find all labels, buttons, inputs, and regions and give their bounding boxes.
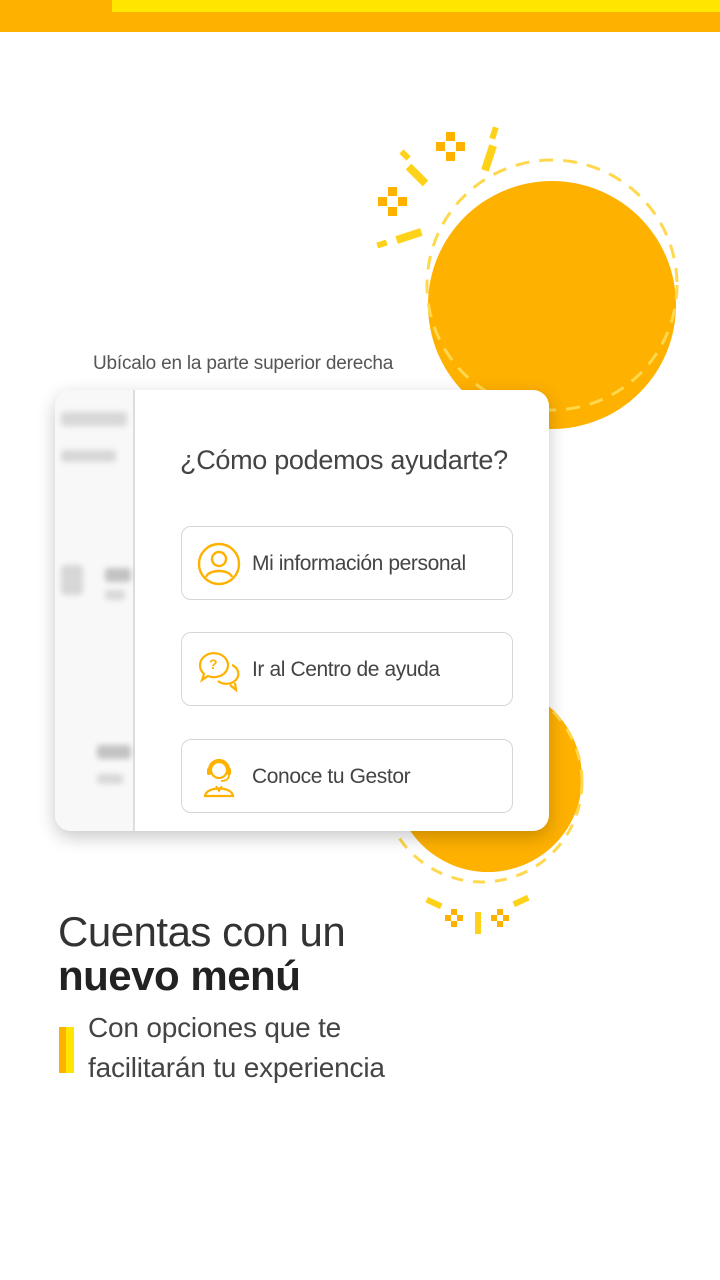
subtitle-line2: facilitarán tu experiencia <box>88 1052 385 1083</box>
svg-text:?: ? <box>209 656 218 672</box>
accent-bar <box>59 1027 74 1073</box>
personal-info-button[interactable]: Mi información personal <box>181 526 513 600</box>
agent-icon <box>203 758 235 798</box>
user-icon <box>197 542 241 586</box>
subtitle-line1: Con opciones que te <box>88 1012 342 1043</box>
personal-info-label: Mi información personal <box>252 552 466 575</box>
advisor-button[interactable]: Conoce tu Gestor <box>181 739 513 813</box>
help-chat-icon: ? <box>198 652 240 693</box>
menu-title: ¿Cómo podemos ayudarte? <box>180 445 508 475</box>
headline-line1: Cuentas con un <box>58 908 346 955</box>
help-center-button[interactable]: ? Ir al Centro de ayuda <box>181 632 513 706</box>
hint-text: Ubícalo en la parte superior derecha <box>93 353 394 374</box>
help-center-label: Ir al Centro de ayuda <box>252 658 440 681</box>
headline-line2: nuevo menú <box>58 952 301 999</box>
help-menu-card: ¿Cómo podemos ayudarte? Mi información p… <box>55 390 549 831</box>
advisor-label: Conoce tu Gestor <box>252 765 411 788</box>
blurred-background-panel <box>55 390 135 831</box>
